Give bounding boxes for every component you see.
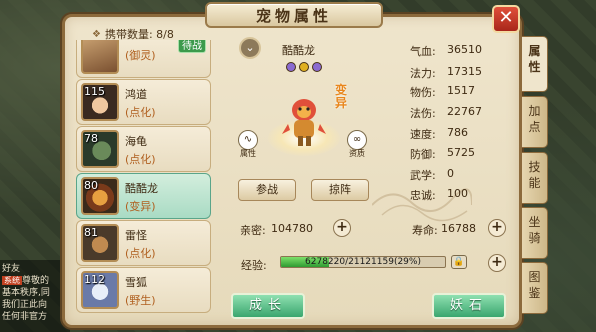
tab-label: 坐 骑 xyxy=(528,215,541,245)
stat-value: 786 xyxy=(447,126,468,139)
gem-row xyxy=(286,62,322,72)
gem-icon xyxy=(286,62,296,72)
ornament-icon: ❖ xyxy=(92,28,101,40)
pet-item[interactable]: 115 鸿道 (点化) xyxy=(76,79,211,125)
pet-name: 海龟 xyxy=(125,135,147,148)
variant-label: 变异 xyxy=(335,83,348,110)
tab-attributes[interactable]: 属 性 xyxy=(522,36,548,92)
tab-label: 技 能 xyxy=(528,160,541,190)
pet-avatar xyxy=(81,40,119,74)
stat-label: 法伤: xyxy=(410,107,436,120)
experience-label: 经验: xyxy=(241,259,267,272)
tab-skills[interactable]: 技 能 xyxy=(522,152,548,204)
stat-value: 17315 xyxy=(447,65,482,78)
stat-value: 22767 xyxy=(447,105,482,118)
stat-value: 100 xyxy=(447,187,468,200)
pet-level: 112 xyxy=(84,273,105,286)
pet-item[interactable]: 112 雪狐 (野生) xyxy=(76,267,211,313)
selected-pet-name: 酷酷龙 xyxy=(282,44,315,57)
intimacy-value: 104780 xyxy=(271,222,313,235)
lifespan-plus-button[interactable]: + xyxy=(488,219,506,237)
pet-item[interactable]: 81 雷怪 (点化) xyxy=(76,220,211,266)
attribute-icon-label: 属性 xyxy=(240,149,256,158)
pet-model xyxy=(282,99,326,146)
system-tag: 系统 xyxy=(2,276,22,285)
attribute-icon[interactable]: ∿ xyxy=(238,130,258,150)
stat-label: 速度: xyxy=(410,128,436,141)
pet-avatar: 112 xyxy=(81,271,119,309)
carry-tag-badge: 待战 xyxy=(178,40,206,53)
aptitude-icon-label: 资质 xyxy=(349,149,365,158)
lifespan-label: 寿命: xyxy=(412,224,438,237)
pet-item[interactable]: 78 海龟 (点化) xyxy=(76,126,211,172)
close-button[interactable]: ✕ xyxy=(492,5,520,33)
pet-level: 80 xyxy=(84,179,98,192)
stat-value: 36510 xyxy=(447,43,482,56)
pet-level: 81 xyxy=(84,226,98,239)
chat-panel[interactable]: 好友 系统 尊敬的 基本秩序,同 我们正此向 任何非官方 xyxy=(0,260,70,332)
experience-plus-button[interactable]: + xyxy=(488,254,506,272)
chat-line: 系统 尊敬的 xyxy=(2,276,50,286)
experience-bar: 6278220/21121159(29%) xyxy=(280,256,446,268)
pet-type: (点化) xyxy=(125,153,156,166)
lifespan-value: 16788 xyxy=(441,222,476,235)
intimacy-plus-button[interactable]: + xyxy=(333,219,351,237)
tab-label: 图 鉴 xyxy=(528,270,541,300)
tab-label: 属 性 xyxy=(528,44,541,74)
stat-label: 法力: xyxy=(410,67,436,80)
stat-label: 气血: xyxy=(410,45,436,58)
pet-avatar: 78 xyxy=(81,130,119,168)
pet-type: (变异) xyxy=(125,200,156,213)
grow-button[interactable]: 成长 xyxy=(231,293,305,319)
pet-type: (点化) xyxy=(125,247,156,260)
lock-icon[interactable]: 🔒 xyxy=(451,255,467,269)
tab-mount[interactable]: 坐 骑 xyxy=(522,207,548,259)
tab-codex[interactable]: 图 鉴 xyxy=(522,262,548,314)
chat-line: 基本秩序,同 xyxy=(2,288,50,298)
pet-item-selected[interactable]: 80 酷酷龙 (变异) xyxy=(76,173,211,219)
stat-label: 武学: xyxy=(410,169,436,182)
infinity-icon[interactable]: ∞ xyxy=(347,130,367,150)
pet-list[interactable]: (御灵) 待战 115 鸿道 (点化) 78 海龟 (点化) 80 酷酷龙 (变… xyxy=(76,40,213,326)
stat-label: 物伤: xyxy=(410,86,436,99)
window-title: 宠物属性 xyxy=(205,2,383,28)
tab-add-points[interactable]: 加 点 xyxy=(522,96,548,148)
demon-stone-button[interactable]: 妖石 xyxy=(432,293,506,319)
gem-icon xyxy=(312,62,322,72)
pet-avatar: 80 xyxy=(81,177,119,215)
chevron-down-icon[interactable]: ⌄ xyxy=(239,37,261,59)
pet-name: 鸿道 xyxy=(125,88,147,101)
chat-line: 好友 xyxy=(2,264,21,274)
pet-name: 雪狐 xyxy=(125,276,147,289)
pet-level: 115 xyxy=(84,85,105,98)
pet-type: (野生) xyxy=(125,294,156,307)
chat-line: 我们正此向 xyxy=(2,300,48,310)
experience-text: 6278220/21121159(29%) xyxy=(305,257,421,267)
pet-avatar: 81 xyxy=(81,224,119,262)
pet-type: (御灵) xyxy=(125,49,156,62)
gem-icon xyxy=(299,62,309,72)
stat-label: 忠诚: xyxy=(410,189,436,202)
formation-button[interactable]: 掠阵 xyxy=(311,179,369,201)
pet-item[interactable]: (御灵) 待战 xyxy=(76,40,211,78)
stat-value: 5725 xyxy=(447,146,475,159)
pet-type: (点化) xyxy=(125,106,156,119)
battle-button[interactable]: 参战 xyxy=(238,179,296,201)
pet-name: 酷酷龙 xyxy=(125,182,158,195)
pet-level: 78 xyxy=(84,132,98,145)
stat-value: 1517 xyxy=(447,84,475,97)
tab-label: 加 点 xyxy=(528,104,541,134)
stat-value: 0 xyxy=(447,167,454,180)
pet-name: 雷怪 xyxy=(125,229,147,242)
chat-line: 任何非官方 xyxy=(2,312,48,322)
intimacy-label: 亲密: xyxy=(240,224,266,237)
pet-avatar: 115 xyxy=(81,83,119,121)
stat-label: 防御: xyxy=(410,148,436,161)
